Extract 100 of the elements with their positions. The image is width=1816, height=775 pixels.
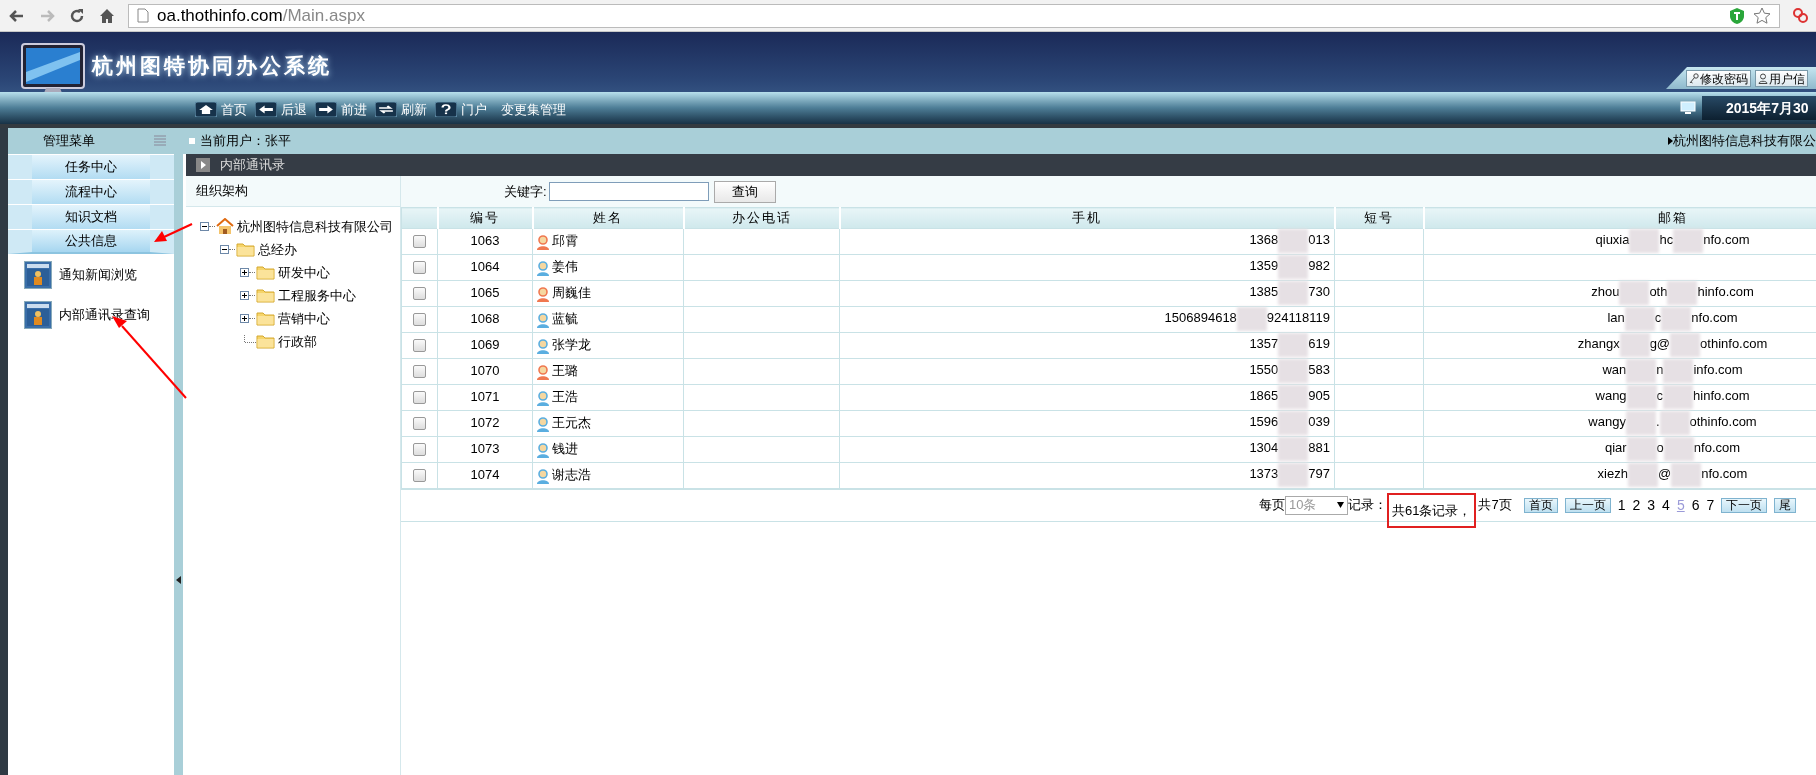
page-number[interactable]: 6 <box>1691 494 1700 516</box>
expand-toggle-icon[interactable] <box>240 291 249 300</box>
page-button[interactable]: 尾 <box>1774 497 1797 513</box>
right-arrow-icon[interactable] <box>315 102 337 118</box>
column-header: 编号 <box>437 207 533 228</box>
redaction-mask <box>1625 411 1656 435</box>
checkbox[interactable] <box>413 313 426 327</box>
nav-link[interactable]: 刷新 <box>401 100 427 120</box>
table-cell: 797 <box>1308 466 1330 482</box>
table-cell-text: 王璐 <box>552 362 578 381</box>
tree-node[interactable]: 研发中心 <box>278 262 330 283</box>
question-icon[interactable] <box>435 102 457 118</box>
redaction-mask <box>1619 281 1650 305</box>
reload-icon[interactable] <box>68 6 86 25</box>
checkbox[interactable] <box>413 339 426 353</box>
table-cell: othinfo.com <box>1689 414 1757 430</box>
redaction-mask <box>1619 333 1650 357</box>
page-number[interactable]: 4 <box>1662 494 1670 516</box>
redaction-mask <box>1626 385 1657 409</box>
table-cell: qiar <box>1604 440 1627 456</box>
page-button[interactable]: 首页 <box>1523 497 1558 513</box>
menu-item[interactable]: 知识文档 <box>8 205 174 229</box>
table-cell: 1069 <box>437 332 533 358</box>
shield-icon[interactable] <box>1729 6 1745 25</box>
expand-toggle-icon[interactable] <box>240 314 249 323</box>
menu-item[interactable]: 流程中心 <box>8 180 174 204</box>
page-number[interactable]: 2 <box>1632 494 1641 516</box>
address-bar[interactable]: oa.thothinfo.com/Main.aspx <box>128 3 1780 28</box>
collapse-toggle-icon[interactable] <box>200 222 209 231</box>
table-cell-text: 邱霄 <box>552 232 578 251</box>
home-icon[interactable] <box>98 6 116 25</box>
table-cell: hinfo.com <box>1697 284 1754 300</box>
search-button[interactable]: 查询 <box>713 180 776 203</box>
page-number[interactable]: 3 <box>1647 494 1656 516</box>
table-cell: . <box>1655 414 1660 430</box>
table-cell-text: 王浩 <box>552 388 578 407</box>
tree-title: 组织架构 <box>196 182 248 201</box>
checkbox[interactable] <box>413 391 426 405</box>
redaction-mask <box>1629 229 1660 253</box>
date-display: 2015年7月30 <box>1702 96 1816 120</box>
house-icon <box>216 218 234 235</box>
table-cell: 982 <box>1308 258 1330 274</box>
table-cell: wang <box>1595 388 1627 404</box>
tree-node[interactable]: 杭州图特信息科技有限公司 <box>237 216 393 237</box>
checkbox[interactable] <box>413 417 426 431</box>
table-cell: 1550 <box>1249 362 1279 378</box>
tree-node[interactable]: 工程服务中心 <box>278 285 356 306</box>
collapse-icon[interactable] <box>176 576 181 584</box>
checkbox[interactable] <box>413 287 426 301</box>
table-cell: zhangx <box>1577 336 1620 352</box>
page-number[interactable]: 1 <box>1617 494 1626 516</box>
checkbox[interactable] <box>413 469 426 483</box>
table-cell: qiuxia <box>1595 232 1630 248</box>
left-arrow-icon[interactable] <box>255 102 277 118</box>
nav-link[interactable]: 门户 <box>461 100 487 120</box>
table-cell: 1596 <box>1249 414 1279 430</box>
redaction-mask <box>1627 463 1658 487</box>
tree-node[interactable]: 总经办 <box>258 239 297 260</box>
folder-icon <box>256 288 275 303</box>
sidebar-item[interactable]: 通知新闻浏览 <box>24 260 174 290</box>
folder-icon <box>236 242 255 257</box>
table-cell: 905 <box>1308 388 1330 404</box>
redaction-mask <box>1278 463 1309 487</box>
folder-icon <box>256 311 275 326</box>
monitor-icon <box>1680 101 1696 115</box>
tree-node[interactable]: 营销中心 <box>278 308 330 329</box>
nav-link[interactable]: 前进 <box>341 100 367 120</box>
page-number[interactable]: 7 <box>1706 494 1715 516</box>
checkbox[interactable] <box>413 365 426 379</box>
header-button[interactable]: 用户信 <box>1755 70 1808 87</box>
table-cell: 1357 <box>1249 336 1279 352</box>
nav-link[interactable]: 变更集管理 <box>501 100 566 120</box>
menu-item[interactable]: 任务中心 <box>8 155 174 179</box>
page-button[interactable]: 上一页 <box>1564 497 1611 513</box>
search-field[interactable] <box>548 182 709 201</box>
checkbox[interactable] <box>413 443 426 457</box>
expand-toggle-icon[interactable] <box>240 268 249 277</box>
header-button[interactable]: 修改密码 <box>1686 70 1751 87</box>
table-cell: 039 <box>1308 414 1330 430</box>
tree-node[interactable]: 行政部 <box>278 331 317 352</box>
column-header: 短号 <box>1334 207 1424 228</box>
redaction-mask <box>1626 437 1657 461</box>
table-cell: xiezh <box>1597 466 1628 482</box>
menu-item[interactable]: 公共信息 <box>8 230 174 254</box>
star-icon[interactable] <box>1753 6 1771 25</box>
table-cell: othinfo.com <box>1700 336 1768 352</box>
nav-link[interactable]: 首页 <box>221 100 247 120</box>
checkbox[interactable] <box>413 261 426 275</box>
page-icon <box>137 8 149 23</box>
collapse-toggle-icon[interactable] <box>220 245 229 254</box>
table-cell: 619 <box>1308 336 1330 352</box>
page-button[interactable]: 下一页 <box>1721 497 1768 513</box>
search-label: 关键字: <box>504 182 547 201</box>
nav-link[interactable]: 后退 <box>281 100 307 120</box>
extension-icon[interactable] <box>1792 6 1808 25</box>
home-icon[interactable] <box>195 102 217 118</box>
table-cell: info.com <box>1693 362 1743 378</box>
bullet-icon <box>189 138 195 144</box>
checkbox[interactable] <box>413 235 426 249</box>
refresh-icon[interactable] <box>375 102 397 118</box>
